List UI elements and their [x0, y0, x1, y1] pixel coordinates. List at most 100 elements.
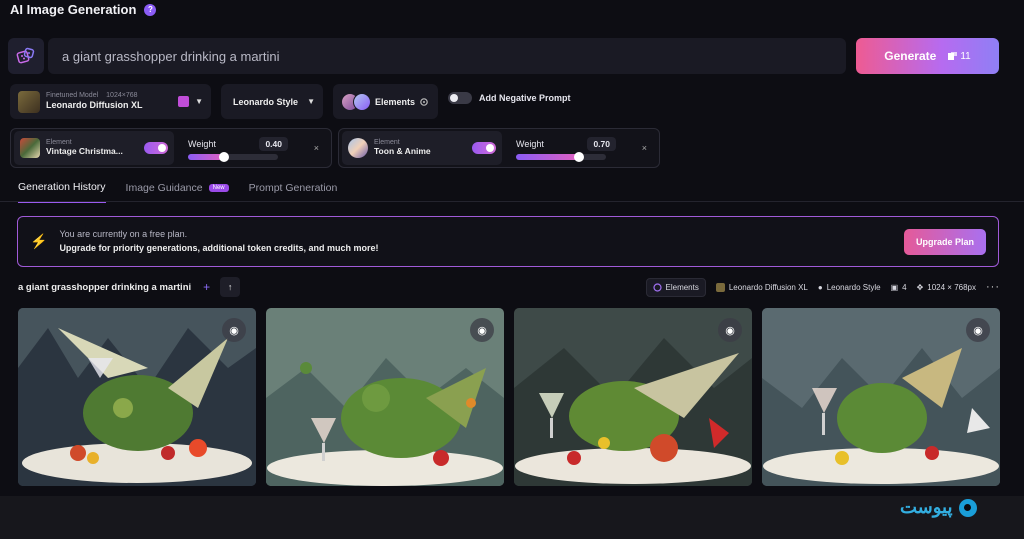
tab-image-guidance[interactable]: Image Guidance New [126, 182, 229, 202]
generated-image-4[interactable]: ◉ [762, 308, 1000, 486]
banner-submessage: Upgrade for priority generations, additi… [59, 242, 379, 253]
element-toggle[interactable] [144, 142, 168, 154]
element-card-2: Element Toon & Anime Weight 0.70 × [338, 128, 660, 168]
page-title: AI Image Generation [10, 2, 137, 17]
reuse-prompt-button[interactable]: ↑ [220, 277, 241, 297]
token-cost-value: 11 [960, 50, 971, 62]
arrow-up-icon: ↑ [227, 282, 233, 292]
element-name: Vintage Christma... [46, 147, 123, 157]
slider-handle[interactable] [219, 151, 229, 162]
tab-bar: Generation History Image Guidance New Pro… [18, 181, 337, 203]
upgrade-banner: ⚡ You are currently on a free plan. Upgr… [17, 216, 999, 267]
weight-value[interactable]: 0.40 [259, 136, 288, 151]
eye-icon: ◉ [477, 324, 487, 337]
avatar [353, 92, 371, 111]
generated-image-2[interactable]: ◉ [266, 308, 504, 486]
elements-label: Elements [375, 96, 416, 107]
divider [0, 201, 1024, 202]
grasshopper-image [514, 308, 752, 486]
slider-handle[interactable] [574, 151, 584, 162]
model-thumbnail [18, 90, 40, 113]
close-icon[interactable]: × [314, 143, 319, 153]
element-name: Toon & Anime [374, 147, 431, 157]
elements-button[interactable]: Elements [333, 84, 438, 119]
style-label: Leonardo Style [233, 96, 299, 107]
view-image-button[interactable]: ◉ [222, 318, 246, 342]
more-options-icon[interactable]: ··· [986, 281, 1000, 293]
watermark-logo: پیوست [900, 497, 977, 518]
tab-label: Generation History [18, 181, 106, 193]
lightning-icon: ⚡ [30, 233, 48, 249]
chevron-down-icon: ▼ [307, 97, 315, 106]
token-cost: 11 [948, 50, 971, 62]
bottom-bar [0, 496, 1024, 539]
view-image-button[interactable]: ◉ [966, 318, 990, 342]
meta-model: Leonardo Diffusion XL [728, 282, 808, 292]
tab-prompt-generation[interactable]: Prompt Generation [249, 182, 338, 202]
style-select[interactable]: Leonardo Style ▼ [221, 84, 323, 119]
meta-style: Leonardo Style [826, 282, 881, 292]
chevron-down-icon: ▼ [195, 97, 203, 106]
model-thumbnail-icon [715, 282, 725, 292]
dimensions-icon: ✥ [916, 282, 924, 292]
images-icon: ▣ [890, 282, 899, 292]
model-name: Leonardo Diffusion XL [46, 100, 143, 111]
close-icon[interactable]: × [642, 143, 647, 153]
gear-icon [420, 97, 428, 106]
negative-prompt-toggle[interactable] [448, 92, 472, 104]
style-drop-icon: ● [817, 282, 823, 292]
random-prompt-button[interactable] [8, 38, 44, 74]
help-icon[interactable]: ? [144, 3, 157, 16]
weight-value[interactable]: 0.70 [587, 136, 616, 151]
grasshopper-image [266, 308, 504, 486]
model-select[interactable]: Finetuned Model 1024×768 Leonardo Diffus… [10, 84, 211, 119]
weight-slider[interactable] [188, 151, 278, 162]
meta-elements: Elements [665, 282, 699, 292]
model-resolution: 1024×768 [106, 92, 138, 100]
upgrade-plan-button[interactable]: Upgrade Plan [904, 228, 986, 255]
element-toggle[interactable] [472, 142, 496, 154]
generation-header: a giant grasshopper drinking a martini +… [18, 276, 1000, 298]
eye-icon: ◉ [725, 324, 735, 337]
negative-prompt-row: Add Negative Prompt [448, 92, 571, 104]
token-icon [948, 51, 958, 60]
eye-icon: ◉ [229, 324, 239, 337]
meta-count: 4 [902, 282, 907, 292]
element-tag: Element [46, 139, 72, 147]
plus-icon[interactable]: + [203, 280, 210, 294]
tab-label: Prompt Generation [248, 182, 338, 194]
generate-label: Generate [884, 49, 937, 63]
tab-label: Image Guidance [125, 182, 203, 194]
element-tag: Element [374, 139, 400, 147]
grasshopper-image [18, 308, 256, 486]
generation-meta: Elements Leonardo Diffusion XL ● Leonardo… [645, 277, 1001, 297]
tab-generation-history[interactable]: Generation History [18, 181, 106, 203]
generated-image-1[interactable]: ◉ [18, 308, 256, 486]
generated-image-3[interactable]: ◉ [514, 308, 752, 486]
view-image-button[interactable]: ◉ [470, 318, 494, 342]
model-badge-icon [178, 96, 190, 107]
banner-message: You are currently on a free plan. [59, 229, 188, 240]
element-card-1: Element Vintage Christma... Weight 0.40 … [10, 128, 332, 168]
weight-slider[interactable] [516, 151, 606, 162]
weight-label: Weight [188, 138, 216, 149]
generation-prompt: a giant grasshopper drinking a martini [18, 281, 192, 293]
meta-size: 1024 × 768px [927, 282, 976, 292]
generate-button[interactable]: Generate 11 [856, 38, 999, 74]
view-image-button[interactable]: ◉ [718, 318, 742, 342]
new-badge: New [208, 184, 229, 192]
dice-icon [16, 47, 35, 64]
element-avatars [341, 92, 371, 111]
negative-prompt-label: Add Negative Prompt [479, 93, 571, 103]
eye-icon: ◉ [973, 324, 983, 337]
elements-icon [652, 282, 662, 292]
title-row: AI Image Generation ? [10, 2, 157, 17]
grasshopper-image [762, 308, 1000, 486]
prompt-input[interactable] [48, 38, 846, 74]
watermark-icon [958, 498, 977, 517]
element-thumbnail [20, 138, 40, 158]
weight-label: Weight [516, 138, 544, 149]
elements-chip[interactable]: Elements [645, 277, 706, 297]
model-tag: Finetuned Model [46, 92, 99, 100]
app-window: AI Image Generation ? Generate 11 Finetu… [0, 0, 1024, 496]
